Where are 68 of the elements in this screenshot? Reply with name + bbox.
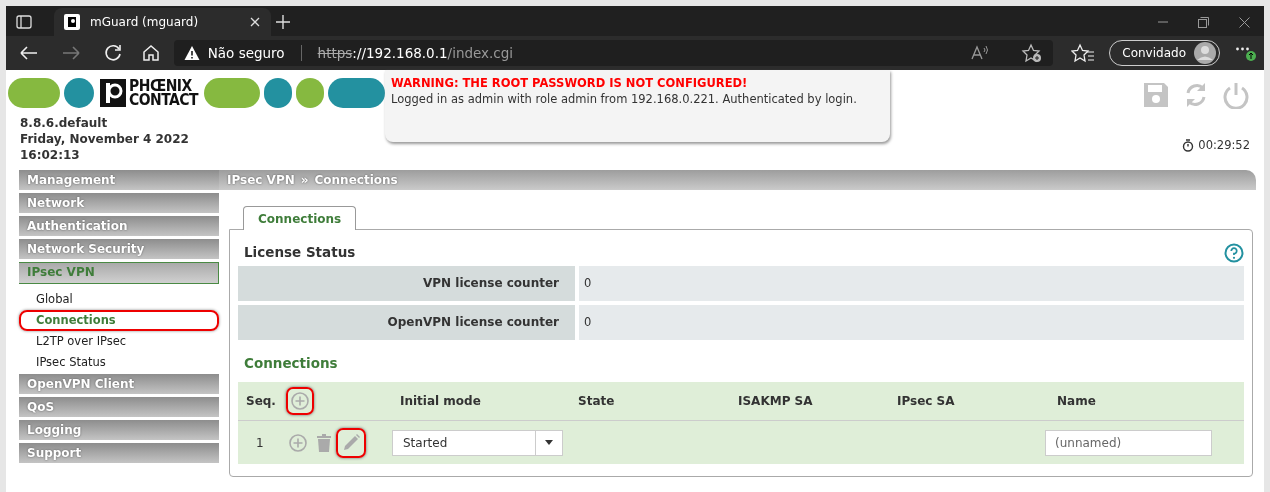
- menu-item[interactable]: Management: [19, 170, 219, 190]
- submenu-item[interactable]: L2TP over IPsec: [19, 331, 219, 352]
- column-header: State: [577, 394, 616, 408]
- login-info: Logged in as admin with role admin from 192.168.0.221. Authenticated by login.: [391, 92, 857, 106]
- restore-icon: [1198, 17, 1209, 28]
- column-header: ISAKMP SA: [737, 394, 814, 408]
- security-label: Não seguro: [207, 45, 285, 61]
- tab-title: mGuard (mguard): [90, 15, 200, 29]
- url-text: https://192.168.0.1/index.cgi: [317, 45, 514, 61]
- breadcrumb-current: Connections: [314, 172, 398, 189]
- field-value: 0: [579, 305, 1244, 340]
- menu-item[interactable]: Authentication: [19, 216, 219, 236]
- warning-text: WARNING: THE ROOT PASSWORD IS NOT CONFIGURED!: [391, 75, 749, 91]
- menu-item[interactable]: Network Security: [19, 239, 219, 259]
- warning-icon: [183, 45, 200, 61]
- help-icon[interactable]: [1224, 243, 1244, 263]
- logo-pill: [328, 78, 386, 108]
- menu-item[interactable]: OpenVPN Client: [19, 374, 219, 394]
- table-cell-text: 1: [255, 435, 265, 450]
- add-icon[interactable]: [289, 433, 307, 452]
- browser-tab[interactable]: mGuard (mguard): [54, 8, 271, 36]
- close-icon: [1239, 17, 1250, 28]
- trash-icon[interactable]: [317, 433, 331, 452]
- date-text: Friday, November 4 2022: [20, 131, 189, 147]
- column-header: Seq.: [245, 394, 277, 408]
- column-header: IPsec SA: [896, 394, 956, 408]
- logo-dot: [264, 78, 293, 108]
- minimize-icon: [1158, 21, 1168, 23]
- close-icon: [249, 16, 261, 28]
- section-title: License Status: [244, 243, 356, 262]
- submenu-item[interactable]: Global: [19, 289, 219, 310]
- logo-dot: [64, 78, 94, 108]
- time-text: 16:02:13: [20, 147, 81, 163]
- column-header: Name: [1056, 394, 1097, 408]
- favicon-icon: [64, 14, 80, 30]
- session-timer: 00:29:52: [1198, 138, 1250, 152]
- tab[interactable]: Connections: [243, 206, 357, 230]
- menu-item[interactable]: Network: [19, 193, 219, 213]
- menu-item[interactable]: QoS: [19, 397, 219, 417]
- logo-pill: [204, 78, 261, 108]
- caret-icon: [545, 440, 553, 445]
- menu-item[interactable]: Logging: [19, 420, 219, 440]
- menu-item[interactable]: IPsec VPN: [19, 262, 219, 284]
- logo-dot: [296, 78, 325, 108]
- field-value: 0: [579, 266, 1244, 301]
- breadcrumb-separator: »: [300, 172, 309, 189]
- add-icon[interactable]: [291, 392, 309, 410]
- favorite-add-icon: [1021, 43, 1044, 63]
- power-icon[interactable]: [1222, 81, 1250, 109]
- name-field[interactable]: (unnamed): [1045, 429, 1212, 456]
- submenu-item[interactable]: IPsec Status: [19, 352, 219, 373]
- favorites-icon: [1071, 43, 1096, 63]
- section-title: Connections: [243, 354, 339, 373]
- submenu-item[interactable]: Connections: [19, 310, 219, 331]
- firmware-version: 8.8.6.default: [20, 115, 109, 131]
- save-icon[interactable]: [1142, 81, 1170, 109]
- field-label: VPN license counter: [238, 266, 575, 301]
- menu-item[interactable]: Support: [19, 443, 219, 463]
- breadcrumb-link[interactable]: IPsec VPN: [227, 170, 295, 190]
- logo-pill: [8, 78, 60, 108]
- field-label: OpenVPN license counter: [238, 305, 575, 340]
- more-icon: [1236, 45, 1256, 61]
- mode-dropdown[interactable]: Started: [392, 429, 563, 456]
- column-header: Initial mode: [399, 394, 482, 408]
- address-bar[interactable]: Não seguro https://192.168.0.1/index.cgi: [173, 40, 1054, 66]
- avatar-icon: [1194, 42, 1216, 64]
- stopwatch-icon: [1182, 138, 1195, 152]
- logo-text: PHŒNIX CONTACT: [129, 79, 199, 107]
